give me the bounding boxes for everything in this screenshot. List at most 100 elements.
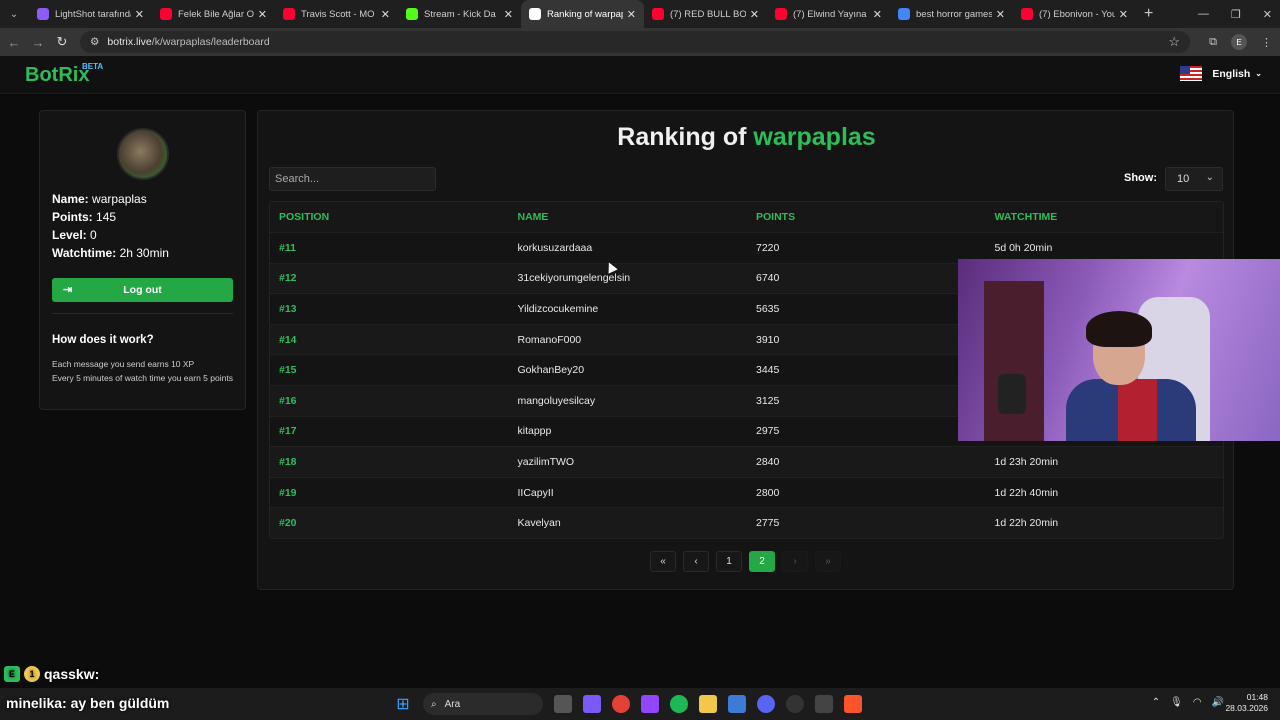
title-prefix: Ranking of	[617, 123, 747, 151]
browser-tab[interactable]: best horror games - ✕	[890, 0, 1013, 28]
extensions-icon[interactable]: ⧉	[1209, 36, 1217, 49]
browser-tab[interactable]: Ranking of warpapla ✕	[521, 0, 644, 28]
name-cell: IICapyII	[517, 486, 554, 499]
points-cell: 6740	[756, 272, 780, 285]
logout-button[interactable]: ⇥ Log out	[52, 278, 233, 302]
copilot-icon[interactable]	[583, 695, 601, 713]
tab-title: (7) Ebonivon - YouTu	[1039, 8, 1115, 20]
tray-chevron-icon[interactable]: ⌃	[1152, 697, 1160, 708]
search-input[interactable]	[269, 167, 436, 191]
tab-close-icon[interactable]: ✕	[627, 8, 636, 21]
divider	[52, 313, 233, 314]
site-info-icon[interactable]: ⚙	[90, 36, 99, 48]
rank-cell: #13	[279, 302, 297, 315]
profile-watchtime: Watchtime: 2h 30min	[52, 246, 169, 260]
name-value: warpaplas	[92, 192, 147, 206]
browser-tab[interactable]: Stream - Kick Da ✕	[398, 0, 521, 28]
bookmark-star-icon[interactable]: ☆	[1168, 34, 1180, 50]
tab-favicon-icon	[775, 8, 787, 20]
webcam-background	[984, 281, 1044, 441]
menu-icon[interactable]: ⋮	[1261, 36, 1272, 49]
forward-icon[interactable]: →	[26, 35, 50, 50]
last-page-button[interactable]: »	[815, 551, 841, 572]
column-header-points[interactable]: POINTS	[747, 211, 986, 223]
spotify-icon[interactable]	[670, 695, 688, 713]
browser-tab[interactable]: Travis Scott - MO CIT ✕	[275, 0, 398, 28]
page-size-value: 10	[1177, 173, 1190, 185]
tab-close-icon[interactable]: ✕	[135, 8, 144, 21]
tab-title: (7) RED BULL BOSS F	[670, 8, 746, 20]
name-cell: RomanoF000	[517, 333, 582, 346]
terminal-icon[interactable]	[815, 695, 833, 713]
new-tab-icon[interactable]: +	[1144, 5, 1153, 23]
level-label: Level:	[52, 228, 87, 242]
rank-cell: #20	[279, 517, 297, 530]
previous-page-button[interactable]: ‹	[683, 551, 709, 572]
page-1-button[interactable]: 1	[716, 551, 742, 572]
taskbar-search[interactable]: ⌕ Ara	[423, 693, 543, 715]
column-header-position[interactable]: POSITION	[270, 211, 509, 223]
search-icon: ⌕	[431, 698, 437, 710]
steam-icon[interactable]	[786, 695, 804, 713]
browser-tab[interactable]: (7) Ebonivon - YouTu ✕	[1013, 0, 1136, 28]
tab-close-icon[interactable]: ✕	[258, 8, 267, 21]
browser-tab[interactable]: Felek Bile Ağlar Oldu ✕	[152, 0, 275, 28]
tab-close-icon[interactable]: ✕	[750, 8, 759, 21]
tab-close-icon[interactable]: ✕	[504, 8, 513, 21]
volume-icon[interactable]: 🔊	[1212, 697, 1224, 708]
table-header: POSITION NAME POINTS WATCHTIME	[270, 202, 1223, 232]
discord-icon[interactable]	[757, 695, 775, 713]
browser-tab[interactable]: (7) Elwind Yayına Giri ✕	[767, 0, 890, 28]
wifi-icon[interactable]: ◠	[1193, 697, 1202, 708]
points-cell: 3125	[756, 394, 780, 407]
browser-tab[interactable]: LightShot tarafından ✕	[29, 0, 152, 28]
language-selector[interactable]: English ⌄	[1180, 66, 1262, 81]
tab-close-icon[interactable]: ✕	[873, 8, 882, 21]
tab-favicon-icon	[1021, 8, 1033, 20]
windows-start-icon[interactable]: ⊞	[394, 695, 412, 713]
chrome-icon[interactable]	[612, 695, 630, 713]
browser-tab[interactable]: (7) RED BULL BOSS F ✕	[644, 0, 767, 28]
back-icon[interactable]: ←	[2, 35, 26, 50]
how-it-works-title: How does it work?	[52, 334, 154, 346]
profile-avatar[interactable]: E	[1231, 34, 1247, 50]
brave-icon[interactable]	[844, 695, 862, 713]
tab-title: Ranking of warpapla	[547, 8, 623, 20]
url-path: /k/warpaplas/leaderboard	[151, 36, 270, 48]
column-header-name[interactable]: NAME	[509, 211, 748, 223]
hint-xp: Each message you send earns 10 XP	[52, 359, 195, 369]
watchtime-cell: 5d 0h 20min	[994, 241, 1053, 254]
points-cell: 7220	[756, 241, 780, 254]
first-page-button[interactable]: «	[650, 551, 676, 572]
reload-icon[interactable]: ↻	[50, 34, 74, 50]
webcam-person-body	[1066, 379, 1196, 441]
app-icon[interactable]	[728, 695, 746, 713]
table-row: #18 yazilimTWO 2840 1d 23h 20min	[270, 446, 1223, 477]
url-field[interactable]: ⚙ botrix.live/k/warpaplas/leaderboard ☆	[80, 31, 1190, 53]
level-value: 0	[90, 228, 97, 242]
page-2-button[interactable]: 2	[749, 551, 775, 572]
page-size-select[interactable]: 10 ⌄	[1165, 167, 1223, 191]
botrix-logo[interactable]: BotRix	[25, 64, 89, 87]
taskbar-search-label: Ara	[444, 698, 461, 710]
name-cell: mangoluyesilcay	[517, 394, 596, 407]
tab-close-icon[interactable]: ✕	[381, 8, 390, 21]
next-page-button[interactable]: ›	[782, 551, 808, 572]
tab-close-icon[interactable]: ✕	[1119, 8, 1128, 21]
twitch-icon[interactable]	[641, 695, 659, 713]
file-explorer-icon[interactable]	[699, 695, 717, 713]
tab-title: Felek Bile Ağlar Oldu	[178, 8, 254, 20]
hint-points: Every 5 minutes of watch time you earn 5…	[52, 373, 233, 383]
taskbar-clock[interactable]: 01:48 28.03.2026	[1225, 692, 1268, 714]
microphone-icon[interactable]: 🎙	[1170, 697, 1183, 708]
tab-search-icon[interactable]: ⌄	[3, 3, 25, 25]
window-controls: — ❐ ✕	[1198, 0, 1272, 28]
column-header-watchtime[interactable]: WATCHTIME	[986, 211, 1224, 223]
close-window-icon[interactable]: ✕	[1263, 8, 1272, 21]
tab-close-icon[interactable]: ✕	[996, 8, 1005, 21]
profile-card: Name: warpaplas Points: 145 Level: 0 Wat…	[39, 110, 246, 410]
minimize-icon[interactable]: —	[1198, 8, 1209, 20]
maximize-icon[interactable]: ❐	[1231, 8, 1241, 21]
task-view-icon[interactable]	[554, 695, 572, 713]
tab-favicon-icon	[652, 8, 664, 20]
